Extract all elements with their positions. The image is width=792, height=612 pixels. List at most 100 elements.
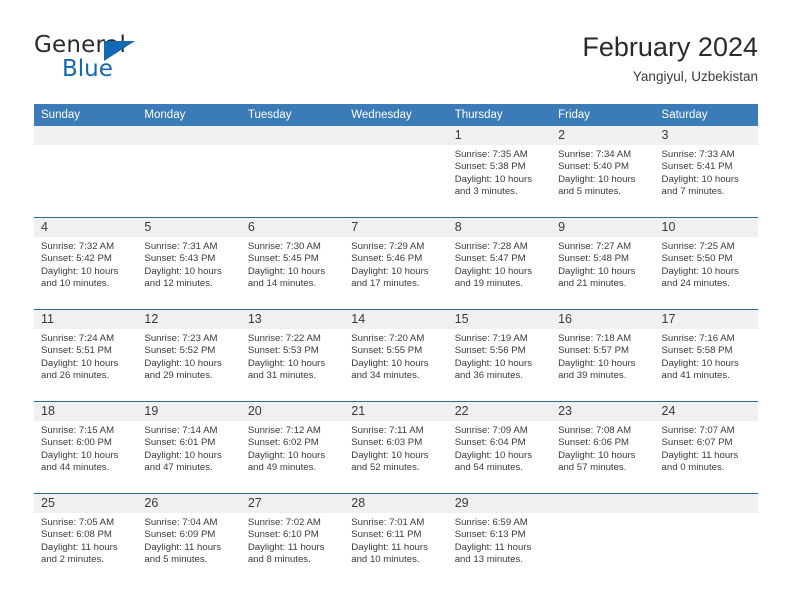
day-sun-info: Sunrise: 7:23 AM Sunset: 5:52 PM Daylight:… bbox=[137, 329, 240, 383]
calendar-day-cell[interactable]: 26 Sunrise: 7:04 AM Sunset: 6:09 PM Dayligh… bbox=[137, 493, 241, 585]
calendar-day-cell-empty bbox=[551, 493, 655, 585]
day-number bbox=[344, 126, 448, 145]
calendar-day-cell[interactable]: 19 Sunrise: 7:14 AM Sunset: 6:01 PM Dayligh… bbox=[137, 401, 241, 494]
day-cell-inner: 16 Sunrise: 7:18 AM Sunset: 5:57 PM Dayligh… bbox=[551, 310, 655, 401]
day-sun-info: Sunrise: 7:12 AM Sunset: 6:02 PM Daylight:… bbox=[241, 421, 344, 475]
calendar-day-cell[interactable]: 23 Sunrise: 7:08 AM Sunset: 6:06 PM Dayligh… bbox=[551, 401, 655, 494]
calendar-day-cell[interactable]: 14 Sunrise: 7:20 AM Sunset: 5:55 PM Dayligh… bbox=[344, 309, 448, 402]
calendar-day-cell[interactable]: 25 Sunrise: 7:05 AM Sunset: 6:08 PM Dayligh… bbox=[34, 493, 138, 585]
day-sun-info: Sunrise: 7:01 AM Sunset: 6:11 PM Daylight:… bbox=[344, 513, 447, 567]
day-sunrise-text: Sunrise: 7:23 AM bbox=[144, 333, 218, 344]
day-daylight-2-text: and 3 minutes. bbox=[454, 186, 518, 198]
day-sun-info: Sunrise: 7:09 AM Sunset: 6:04 PM Daylight:… bbox=[448, 421, 551, 475]
day-number: 15 bbox=[447, 310, 552, 329]
day-sunrise-text: Sunrise: 7:25 AM bbox=[661, 241, 735, 252]
day-daylight-2-text: and 47 minutes. bbox=[144, 462, 213, 474]
calendar-header-row: Sunday Monday Tuesday Wednesday Thursday Frid… bbox=[34, 104, 758, 126]
calendar-day-cell[interactable]: 9 Sunrise: 7:27 AM Sunset: 5:48 PM Daylight… bbox=[551, 217, 655, 310]
page-header: General Blue February 2024 Yangiyul, Uzb… bbox=[34, 30, 758, 92]
day-daylight-1-text: Daylight: 10 hours bbox=[454, 357, 533, 369]
calendar-day-cell[interactable]: 29 Sunrise: 6:59 AM Sunset: 6:13 PM Dayligh… bbox=[447, 493, 552, 585]
day-sunrise-text: Sunrise: 7:31 AM bbox=[144, 241, 218, 252]
calendar-day-cell[interactable]: 15 Sunrise: 7:19 AM Sunset: 5:56 PM Dayligh… bbox=[447, 309, 552, 402]
day-sunset-text: Sunset: 6:10 PM bbox=[247, 529, 319, 541]
day-number: 21 bbox=[344, 402, 448, 421]
calendar-day-cell[interactable]: 11 Sunrise: 7:24 AM Sunset: 5:51 PM Dayligh… bbox=[34, 309, 138, 402]
day-daylight-1-text: Daylight: 10 hours bbox=[247, 265, 326, 277]
day-sun-info bbox=[34, 145, 137, 149]
day-sunrise-text: Sunrise: 7:01 AM bbox=[351, 517, 425, 528]
calendar-day-cell[interactable]: 13 Sunrise: 7:22 AM Sunset: 5:53 PM Dayligh… bbox=[240, 309, 345, 402]
day-daylight-2-text: and 5 minutes. bbox=[144, 554, 208, 566]
calendar-week-row: 11 Sunrise: 7:24 AM Sunset: 5:51 PM Dayligh… bbox=[34, 309, 758, 402]
day-sun-info: Sunrise: 7:15 AM Sunset: 6:00 PM Daylight:… bbox=[34, 421, 137, 475]
day-cell-inner: 4 Sunrise: 7:32 AM Sunset: 5:42 PM Daylight… bbox=[34, 218, 138, 309]
calendar-day-cell[interactable]: 17 Sunrise: 7:16 AM Sunset: 5:58 PM Dayligh… bbox=[654, 309, 758, 402]
calendar-day-cell[interactable]: 1 Sunrise: 7:35 AM Sunset: 5:38 PM Daylight… bbox=[447, 126, 552, 218]
day-sunrise-text: Sunrise: 7:07 AM bbox=[661, 425, 735, 436]
calendar-day-cell[interactable]: 18 Sunrise: 7:15 AM Sunset: 6:00 PM Dayligh… bbox=[34, 401, 138, 494]
day-sunrise-text: Sunrise: 7:20 AM bbox=[351, 333, 425, 344]
day-number: 22 bbox=[447, 402, 552, 421]
day-number: 12 bbox=[137, 310, 241, 329]
day-number: 5 bbox=[137, 218, 241, 237]
day-sun-info: Sunrise: 7:27 AM Sunset: 5:48 PM Daylight:… bbox=[551, 237, 654, 291]
day-daylight-1-text: Daylight: 10 hours bbox=[41, 449, 119, 461]
weekday-header-monday: Monday bbox=[137, 104, 241, 126]
day-sunset-text: Sunset: 5:51 PM bbox=[41, 345, 112, 357]
calendar-day-cell[interactable]: 5 Sunrise: 7:31 AM Sunset: 5:43 PM Daylight… bbox=[137, 217, 241, 310]
day-daylight-1-text: Daylight: 11 hours bbox=[41, 541, 118, 553]
day-sunset-text: Sunset: 6:01 PM bbox=[144, 437, 216, 449]
day-daylight-1-text: Daylight: 10 hours bbox=[41, 357, 119, 369]
day-daylight-2-text: and 8 minutes. bbox=[247, 554, 311, 566]
calendar-day-cell[interactable]: 22 Sunrise: 7:09 AM Sunset: 6:04 PM Dayligh… bbox=[447, 401, 552, 494]
calendar-day-cell[interactable]: 28 Sunrise: 7:01 AM Sunset: 6:11 PM Dayligh… bbox=[344, 493, 448, 585]
day-cell-inner bbox=[137, 126, 241, 217]
calendar-day-cell[interactable]: 21 Sunrise: 7:11 AM Sunset: 6:03 PM Dayligh… bbox=[344, 401, 448, 494]
day-daylight-1-text: Daylight: 10 hours bbox=[661, 357, 739, 369]
day-daylight-1-text: Daylight: 10 hours bbox=[247, 449, 326, 461]
day-sunset-text: Sunset: 6:07 PM bbox=[661, 437, 733, 449]
day-cell-inner: 7 Sunrise: 7:29 AM Sunset: 5:46 PM Daylight… bbox=[344, 218, 448, 309]
weekday-header-tuesday: Tuesday bbox=[240, 104, 345, 126]
calendar-day-cell[interactable]: 27 Sunrise: 7:02 AM Sunset: 6:10 PM Dayligh… bbox=[240, 493, 345, 585]
calendar-day-cell[interactable]: 2 Sunrise: 7:34 AM Sunset: 5:40 PM Daylight… bbox=[551, 126, 655, 218]
day-daylight-2-text: and 7 minutes. bbox=[661, 186, 725, 198]
day-cell-inner bbox=[551, 494, 655, 585]
calendar-day-cell[interactable]: 3 Sunrise: 7:33 AM Sunset: 5:41 PM Daylight… bbox=[654, 126, 758, 218]
calendar-day-cell-empty bbox=[654, 493, 758, 585]
calendar-day-cell[interactable]: 7 Sunrise: 7:29 AM Sunset: 5:46 PM Daylight… bbox=[344, 217, 448, 310]
day-sunrise-text: Sunrise: 7:11 AM bbox=[351, 425, 424, 436]
calendar-day-cell[interactable]: 8 Sunrise: 7:28 AM Sunset: 5:47 PM Daylight… bbox=[447, 217, 552, 310]
general-blue-logo[interactable]: General Blue bbox=[34, 32, 234, 88]
day-number: 24 bbox=[654, 402, 758, 421]
day-daylight-1-text: Daylight: 11 hours bbox=[247, 541, 325, 553]
day-sunrise-text: Sunrise: 7:29 AM bbox=[351, 241, 425, 252]
day-cell-inner: 17 Sunrise: 7:16 AM Sunset: 5:58 PM Dayligh… bbox=[654, 310, 758, 401]
day-number: 4 bbox=[34, 218, 138, 237]
day-cell-inner: 19 Sunrise: 7:14 AM Sunset: 6:01 PM Dayligh… bbox=[137, 402, 241, 493]
calendar-page: General Blue February 2024 Yangiyul, Uzb… bbox=[0, 0, 792, 612]
calendar-day-cell[interactable]: 10 Sunrise: 7:25 AM Sunset: 5:50 PM Dayligh… bbox=[654, 217, 758, 310]
calendar-table: Sunday Monday Tuesday Wednesday Thursday Frid… bbox=[34, 104, 758, 585]
day-cell-inner: 20 Sunrise: 7:12 AM Sunset: 6:02 PM Dayligh… bbox=[240, 402, 345, 493]
day-daylight-2-text: and 14 minutes. bbox=[247, 278, 317, 290]
calendar-day-cell[interactable]: 12 Sunrise: 7:23 AM Sunset: 5:52 PM Dayligh… bbox=[137, 309, 241, 402]
calendar-day-cell[interactable]: 20 Sunrise: 7:12 AM Sunset: 6:02 PM Dayligh… bbox=[240, 401, 345, 494]
day-sunset-text: Sunset: 6:08 PM bbox=[41, 529, 112, 541]
calendar-day-cell[interactable]: 16 Sunrise: 7:18 AM Sunset: 5:57 PM Dayligh… bbox=[551, 309, 655, 402]
calendar-day-cell[interactable]: 6 Sunrise: 7:30 AM Sunset: 5:45 PM Daylight… bbox=[240, 217, 345, 310]
day-number: 17 bbox=[654, 310, 758, 329]
day-sunset-text: Sunset: 5:56 PM bbox=[454, 345, 526, 357]
calendar-day-cell[interactable]: 4 Sunrise: 7:32 AM Sunset: 5:42 PM Daylight… bbox=[34, 217, 138, 310]
day-number: 2 bbox=[551, 126, 655, 145]
calendar-day-cell[interactable]: 24 Sunrise: 7:07 AM Sunset: 6:07 PM Dayligh… bbox=[654, 401, 758, 494]
day-sunrise-text: Sunrise: 7:19 AM bbox=[454, 333, 528, 344]
day-sunrise-text: Sunrise: 6:59 AM bbox=[454, 517, 528, 528]
day-number: 13 bbox=[240, 310, 345, 329]
day-sunset-text: Sunset: 5:53 PM bbox=[247, 345, 319, 357]
day-sunrise-text: Sunrise: 7:14 AM bbox=[144, 425, 218, 436]
calendar-day-cell-empty bbox=[137, 126, 241, 218]
day-daylight-2-text: and 12 minutes. bbox=[144, 278, 213, 290]
calendar-week-row: 4 Sunrise: 7:32 AM Sunset: 5:42 PM Daylight… bbox=[34, 217, 758, 310]
